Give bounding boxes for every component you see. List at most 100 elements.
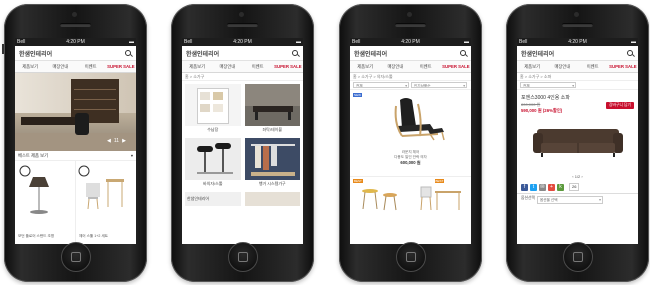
phone-frame-3: Bell 4:20 PM ▬ 한샘인테리어 제품보기 매장안내 이벤트 SUPE… <box>339 4 482 282</box>
product-card[interactable]: 모던 플로어 스탠드 조명 <box>15 161 76 243</box>
lounge-chair-image <box>394 98 445 141</box>
product-name: 체어 스툴 1+2 세트 <box>79 234 108 238</box>
storage-cabinet-image <box>185 84 241 126</box>
chevron-right-icon[interactable]: › <box>581 174 582 179</box>
desk-image <box>21 117 79 125</box>
chair-set-image <box>78 165 124 210</box>
list-item[interactable]: BEST <box>350 177 411 217</box>
brand-logo[interactable]: 한샘인테리어 <box>354 49 460 58</box>
battery-icon: ▬ <box>129 39 134 45</box>
menu-item-stores[interactable]: 매장안내 <box>212 61 242 72</box>
hero-pager: ◀ 11 ▶ <box>107 138 126 144</box>
search-icon[interactable] <box>460 49 467 57</box>
category-tile[interactable]: 행거 시스템가구 <box>244 138 300 192</box>
option-row: 옵션선택 옵션을 선택 <box>517 193 638 206</box>
price-row: 800,000 원 590,000 원 (26%할인) 장바구니 담기 <box>517 101 638 115</box>
twitter-icon[interactable]: t <box>530 183 537 191</box>
category-tile[interactable]: 한샘인테리어 <box>185 192 241 244</box>
category-label: 행거 시스템가구 <box>258 181 286 186</box>
menu-item-super-sale[interactable]: SUPER SALE <box>441 61 471 72</box>
list-item[interactable]: NEW 라운지 체어 다용도 일인 안락 의자 600,000 원 <box>350 90 471 177</box>
menu-item-events[interactable]: 이벤트 <box>411 61 441 72</box>
chevron-left-icon[interactable]: ◀ <box>107 138 111 144</box>
speaker-grille <box>60 23 91 27</box>
product-card[interactable]: 체어 스툴 1+2 세트 <box>76 161 136 243</box>
image-pager: ‹ 1/2 › <box>517 172 638 181</box>
battery-icon: ▬ <box>631 39 636 45</box>
breadcrumb[interactable]: 홈 > 소가구 <box>182 73 303 81</box>
menu-item-stores[interactable]: 매장안내 <box>547 61 577 72</box>
menu-item-super-sale[interactable]: SUPER SALE <box>273 61 303 72</box>
sort-select[interactable]: 인기상품순 <box>411 82 467 88</box>
menu-item-events[interactable]: 이벤트 <box>578 61 608 72</box>
app-header: 한샘인테리어 <box>182 46 303 61</box>
product-name: 모던 플로어 스탠드 조명 <box>18 234 55 238</box>
main-menu: 제품보기 매장안내 이벤트 SUPER SALE <box>182 61 303 73</box>
home-button[interactable] <box>563 242 593 272</box>
app-header: 한샘인테리어 <box>517 46 638 61</box>
search-icon[interactable] <box>627 49 634 57</box>
facebook-icon[interactable]: f <box>521 183 528 191</box>
menu-item-stores[interactable]: 매장안내 <box>380 61 410 72</box>
home-button[interactable] <box>396 242 426 272</box>
chevron-right-icon[interactable]: ▶ <box>122 138 126 144</box>
search-icon[interactable] <box>125 49 132 57</box>
phone-frame-1: Bell 4:20 PM ▬ 한샘인테리어 제품보기 매장안내 이벤트 SUPE… <box>2 4 147 282</box>
like-count[interactable]: 26 <box>569 183 580 191</box>
option-select[interactable]: 옵션을 선택 <box>536 196 603 204</box>
category-grid: 수납장 좌탁/테이블 바의자/스툴 행거 시스템가구 한샘인테리어 <box>182 81 303 244</box>
list-item[interactable]: BEST <box>411 177 472 217</box>
brand-logo[interactable]: 한샘인테리어 <box>521 49 627 58</box>
menu-item-products[interactable]: 제품보기 <box>15 61 45 72</box>
coffee-table-image <box>244 84 300 126</box>
category-tile[interactable]: 수납장 <box>185 84 241 138</box>
battery-icon: ▬ <box>464 39 469 45</box>
clock: 4:20 PM <box>568 39 587 45</box>
speaker-grille <box>562 23 593 27</box>
battery-icon: ▬ <box>296 39 301 45</box>
chevron-left-icon[interactable]: ‹ <box>572 174 573 179</box>
add-to-cart-button[interactable]: 장바구니 담기 <box>605 102 634 109</box>
share-icon[interactable]: + <box>548 183 555 191</box>
menu-item-super-sale[interactable]: SUPER SALE <box>106 61 136 72</box>
new-badge: NEW <box>353 93 362 97</box>
image-pager-count: 1/2 <box>574 174 581 179</box>
menu-item-products[interactable]: 제품보기 <box>517 61 547 72</box>
menu-item-events[interactable]: 이벤트 <box>243 61 273 72</box>
category-tile[interactable]: 바의자/스툴 <box>185 138 241 192</box>
clock: 4:20 PM <box>401 39 420 45</box>
brand-logo[interactable]: 한샘인테리어 <box>19 49 125 58</box>
category-select[interactable]: 전체 <box>353 82 409 88</box>
status-bar: Bell 4:20 PM ▬ <box>517 38 638 46</box>
home-button[interactable] <box>61 242 91 272</box>
category-tile[interactable]: 좌탁/테이블 <box>244 84 300 138</box>
speaker-grille <box>395 23 426 27</box>
menu-item-events[interactable]: 이벤트 <box>76 61 106 72</box>
category-image <box>244 192 300 206</box>
chevron-down-icon[interactable]: ▾ <box>131 151 133 160</box>
kakao-icon[interactable]: k <box>557 183 564 191</box>
category-tile[interactable] <box>244 192 300 244</box>
brand-logo[interactable]: 한샘인테리어 <box>186 49 292 58</box>
carrier-label: Bell <box>352 39 361 45</box>
category-label: 수납장 <box>207 127 219 132</box>
breadcrumb[interactable]: 홈 > 소가구 > 소파 <box>517 73 638 81</box>
hero-banner[interactable]: ◀ 11 ▶ <box>15 73 136 151</box>
product-row: BEST BEST <box>350 177 471 217</box>
menu-item-stores[interactable]: 매장안내 <box>45 61 75 72</box>
menu-item-super-sale[interactable]: SUPER SALE <box>608 61 638 72</box>
email-icon[interactable]: ✉ <box>539 183 546 191</box>
breadcrumb[interactable]: 홈 > 소가구 > 의자/스툴 <box>350 73 471 81</box>
carrier-label: Bell <box>17 39 26 45</box>
phone-frame-2: Bell 4:20 PM ▬ 한샘인테리어 제품보기 매장안내 이벤트 SUPE… <box>171 4 314 282</box>
camera-icon <box>72 12 77 17</box>
home-button[interactable] <box>228 242 258 272</box>
menu-item-products[interactable]: 제품보기 <box>182 61 212 72</box>
search-icon[interactable] <box>292 49 299 57</box>
main-menu: 제품보기 매장안내 이벤트 SUPER SALE <box>15 61 136 73</box>
menu-item-products[interactable]: 제품보기 <box>350 61 380 72</box>
best-products-title: 베스트 제품 보기 ▾ <box>15 151 136 161</box>
category-select[interactable]: 전체 <box>520 82 576 88</box>
carrier-label: Bell <box>519 39 528 45</box>
filter-bar: 전체 <box>517 81 638 90</box>
